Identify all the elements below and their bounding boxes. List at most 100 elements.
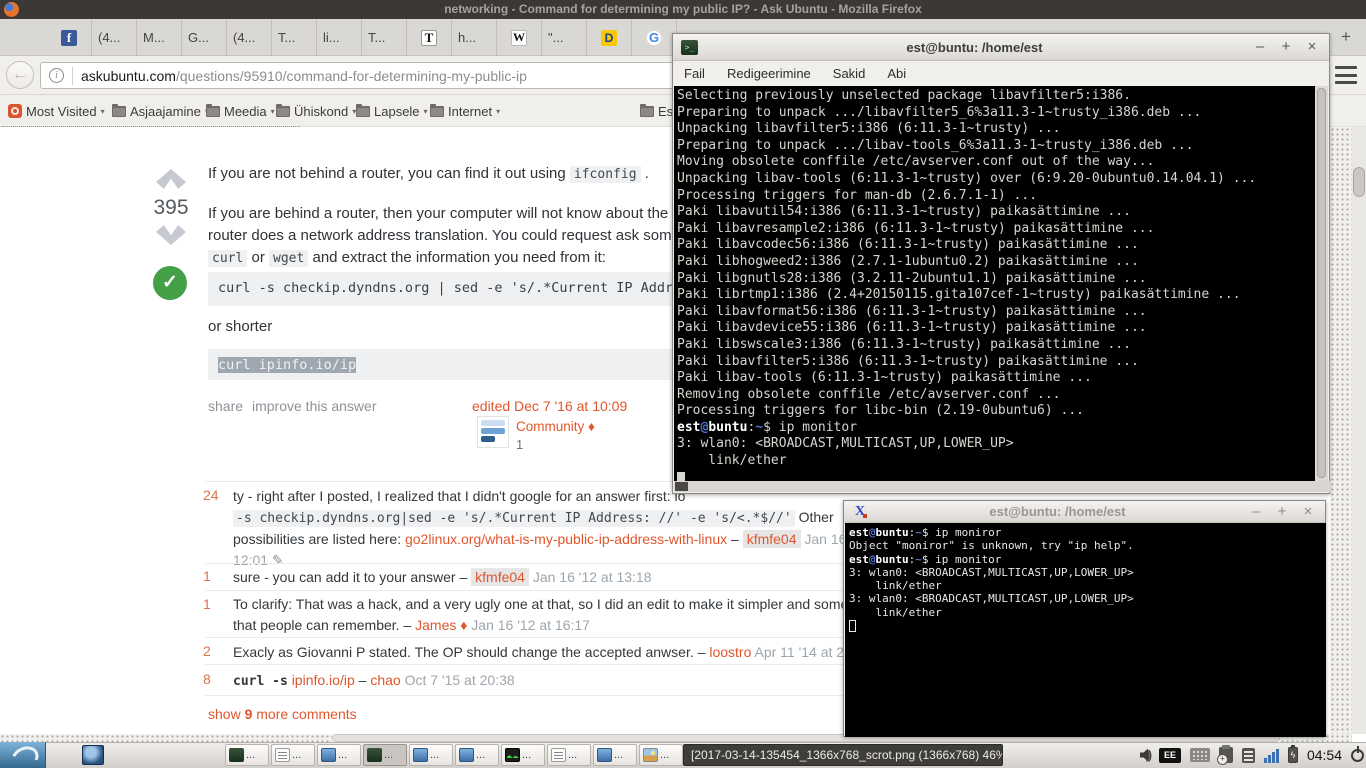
battery-icon[interactable]: ϟ [1287, 745, 1298, 763]
folder-icon [276, 103, 290, 117]
taskbar-button-editor[interactable]: ... [547, 744, 591, 766]
hamburger-menu-icon[interactable] [1335, 66, 1357, 84]
vertical-scrollbar-track[interactable] [1352, 127, 1366, 734]
system-tray: )) EE ϟ 04:54 [1139, 742, 1364, 768]
tab-delfi[interactable]: D [587, 19, 632, 56]
tab-2[interactable]: (4... [92, 19, 137, 56]
share-link[interactable]: share [208, 398, 243, 414]
minimize-button[interactable]: – [1251, 38, 1269, 56]
bookmark-lapsele[interactable]: Lapsele ▾ [356, 95, 428, 127]
start-menu-button[interactable] [0, 742, 46, 768]
terminal-output[interactable]: Selecting previously unselected package … [674, 86, 1317, 484]
comment-score: 1 [203, 596, 211, 612]
folder-icon [640, 103, 654, 117]
terminal-scrollbar-thumb[interactable] [1317, 88, 1326, 478]
community-user-link[interactable]: Community ♦ [516, 419, 595, 434]
vote-down-arrow[interactable] [156, 225, 186, 245]
tab-10[interactable]: h... [452, 19, 497, 56]
tab-wikipedia[interactable]: W [497, 19, 542, 56]
web-browser-launcher-icon[interactable] [82, 745, 104, 765]
terminal-line: Moving obsolete conffile /etc/avserver.c… [677, 154, 1155, 170]
new-tab-button[interactable]: + [1334, 25, 1358, 49]
improve-answer-link[interactable]: improve this answer [252, 398, 377, 414]
taskbar-button-files[interactable]: ... [593, 744, 637, 766]
menu-abi[interactable]: Abi [887, 66, 906, 81]
taskbar-button-terminal[interactable]: ... [225, 744, 269, 766]
taskbar-button-files[interactable]: ... [409, 744, 453, 766]
tab-7[interactable]: li... [317, 19, 362, 56]
user-link-kfmfe04[interactable]: kfmfe04 [471, 568, 529, 586]
volume-icon[interactable]: )) [1139, 748, 1152, 762]
user-link-loostro[interactable]: loostro [709, 644, 751, 660]
divider [205, 695, 845, 696]
edit-comment-icon[interactable]: ✎ [272, 552, 284, 568]
bookmark-es[interactable]: Es [640, 95, 673, 127]
taskbar-button-editor[interactable]: ... [271, 744, 315, 766]
tab-12[interactable]: "... [542, 19, 587, 56]
horizontal-scrollbar-trough-left[interactable] [0, 734, 332, 742]
tab-8[interactable]: T... [362, 19, 407, 56]
resize-grip[interactable] [675, 482, 688, 491]
firefox-titlebar[interactable]: networking - Command for determining my … [0, 0, 1366, 19]
keyboard-layout-indicator[interactable]: EE [1158, 747, 1181, 763]
vote-up-arrow[interactable] [156, 169, 186, 189]
tab-nytimes[interactable]: T [407, 19, 452, 56]
user-link-james[interactable]: James ♦ [415, 617, 467, 633]
terminal-line: Paki libavfilter5:i386 (6:11.3-1~trusty)… [677, 353, 1139, 369]
user-link-chao[interactable]: chao [370, 672, 400, 688]
terminal-scrollbar[interactable] [1315, 86, 1328, 484]
user-link-kfmfe04[interactable]: kfmfe04 [742, 530, 801, 548]
tab-6[interactable]: T... [272, 19, 317, 56]
tab-facebook[interactable]: f [47, 19, 92, 56]
taskbar-button-files[interactable]: ... [455, 744, 499, 766]
bookmark-uhiskond[interactable]: Ühiskond ▾ [276, 95, 356, 127]
close-button[interactable]: × [1303, 38, 1321, 56]
tab-4[interactable]: G... [182, 19, 227, 56]
maximize-button[interactable]: + [1273, 503, 1291, 521]
bookmark-meedia[interactable]: Meedia ▾ [206, 95, 275, 127]
network-signal-icon[interactable] [1263, 747, 1279, 763]
clock[interactable]: 04:54 [1307, 747, 1342, 763]
maximize-button[interactable]: + [1277, 38, 1295, 56]
edited-link[interactable]: edited Dec 7 '16 at 10:09 [472, 398, 627, 414]
site-info-icon[interactable]: i [49, 68, 64, 83]
show-more-comments-link[interactable]: show 9 more comments [208, 706, 357, 722]
terminal-line: est@buntu:~$ ip monitor [677, 419, 858, 435]
menu-sakid[interactable]: Sakid [833, 66, 866, 81]
vertical-scrollbar-thumb[interactable] [1353, 167, 1365, 197]
taskbar-button-image-viewer[interactable]: ... [639, 744, 683, 766]
tab-3[interactable]: M... [137, 19, 182, 56]
bookmark-most-visited[interactable]: Most Visited ▾ [8, 95, 105, 127]
bookmark-internet[interactable]: Internet ▾ [430, 95, 500, 127]
taskbar-button-screenshot-active[interactable]: [2017-03-14-135454_1366x768_scrot.png (1… [683, 744, 1003, 766]
menu-fail[interactable]: Fail [684, 66, 705, 81]
go2linux-link[interactable]: go2linux.org/what-is-my-public-ip-addres… [405, 531, 727, 547]
bookmark-asjaajamine[interactable]: Asjaajamine▾ [112, 95, 209, 127]
terminal-line: Unpacking libav-tools (6:11.3-1~trusty) … [677, 170, 1257, 186]
menu-redigeerimine[interactable]: Redigeerimine [727, 66, 811, 81]
taskbar-button-terminal-active[interactable]: ... [363, 744, 407, 766]
keyboard-icon[interactable] [1189, 748, 1210, 762]
xterm-title: est@buntu: /home/est [989, 504, 1126, 519]
terminal-output[interactable]: est@buntu:~$ ip moniror Object "moniror" … [845, 523, 1326, 737]
power-icon[interactable] [1351, 745, 1364, 762]
notes-icon[interactable] [1241, 747, 1255, 763]
taskbar-button-files[interactable]: ... [317, 744, 361, 766]
vertical-scrollbar-trough[interactable] [1330, 127, 1352, 734]
terminal-line: link/ether [849, 579, 942, 593]
back-button[interactable]: ← [6, 61, 34, 89]
taskbar-button-system-monitor[interactable]: ... [501, 744, 545, 766]
terminal-line: Paki libavcodec56:i386 (6:11.3-1~trusty)… [677, 237, 1139, 253]
minimize-button[interactable]: – [1247, 503, 1265, 521]
clipboard-manager-icon[interactable] [1216, 745, 1233, 765]
community-avatar[interactable] [477, 416, 509, 448]
lxterminal-titlebar[interactable]: >_ est@buntu: /home/est – + × [673, 34, 1329, 61]
xterm-titlebar[interactable]: X est@buntu: /home/est – + × [844, 501, 1325, 523]
close-button[interactable]: × [1299, 503, 1317, 521]
facebook-icon: f [61, 29, 77, 46]
tab-5[interactable]: (4... [227, 19, 272, 56]
tab-google[interactable]: G [632, 19, 677, 56]
folder-icon [356, 103, 370, 117]
ipinfo-link[interactable]: ipinfo.io/ip [292, 672, 355, 688]
comment-4: Exacly as Giovanni P stated. The OP shou… [233, 644, 845, 660]
